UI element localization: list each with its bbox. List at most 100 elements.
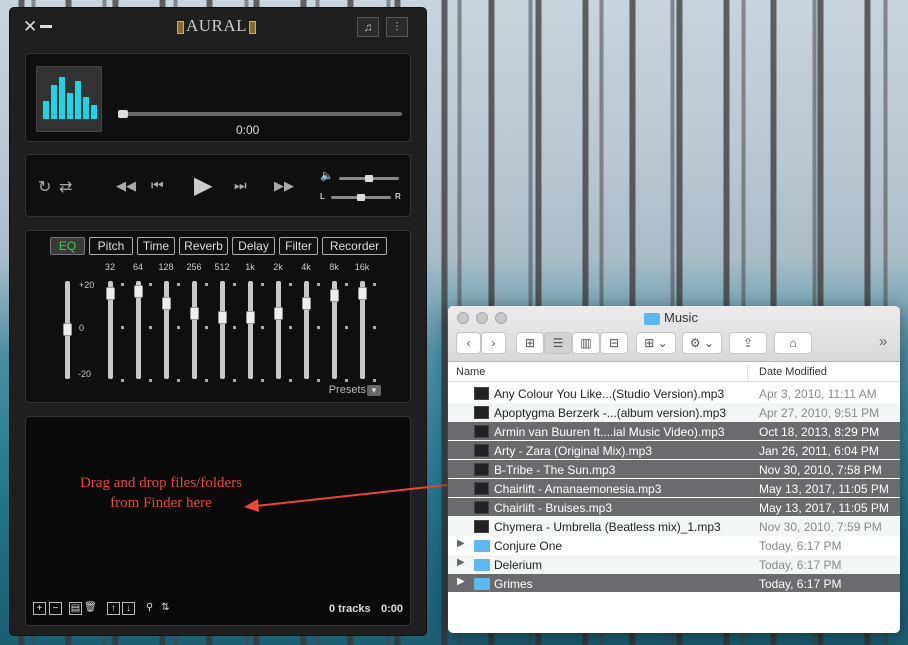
eq-band-slider[interactable] (304, 281, 309, 379)
balance-knob[interactable] (357, 194, 365, 201)
volume-icon[interactable]: 🔈 (320, 169, 334, 182)
folder-icon (474, 559, 490, 571)
move-down-icon[interactable]: ↓ (122, 602, 135, 615)
eq-band-knob[interactable] (358, 287, 367, 300)
eq-band-knob[interactable] (190, 307, 199, 320)
trash-icon[interactable]: 🗑 (84, 602, 97, 615)
folder-row[interactable]: ▶ Grimes Today, 6:17 PM (448, 574, 900, 593)
group-by-button[interactable]: ⊞ ⌄ (636, 332, 676, 354)
playlist-toggle-button[interactable]: ♫ (357, 17, 379, 37)
folder-row[interactable]: ▶ Delerium Today, 6:17 PM (448, 555, 900, 574)
eq-band-knob[interactable] (218, 311, 227, 324)
tab-delay[interactable]: Delay (232, 237, 275, 255)
file-name: Delerium (494, 558, 543, 572)
eq-band-slider[interactable] (276, 281, 281, 379)
disclosure-triangle-icon[interactable]: ▶ (457, 538, 465, 549)
date-modified: Today, 6:17 PM (759, 539, 842, 553)
eq-band-slider[interactable] (220, 281, 225, 379)
date-modified: Nov 30, 2010, 7:59 PM (759, 520, 882, 534)
gallery-view-button[interactable]: ⊟ (600, 332, 628, 354)
file-row[interactable]: Chairlift - Amanaemonesia.mp3 May 13, 201… (448, 479, 900, 498)
presets-dropdown-button[interactable]: ▼ (367, 385, 381, 396)
tab-eq[interactable]: EQ (50, 237, 85, 255)
playback-time: 0:00 (236, 123, 260, 137)
save-icon[interactable]: ▤ (69, 602, 82, 615)
eq-band-knob[interactable] (246, 311, 255, 324)
rewind-icon[interactable]: ◀◀ (116, 178, 136, 194)
minimize-icon[interactable] (40, 25, 52, 28)
eq-band-knob[interactable] (274, 307, 283, 320)
sort-icon[interactable]: ⇅ (159, 602, 172, 615)
eq-frequency-label: 64 (132, 262, 143, 272)
file-row[interactable]: Chairlift - Bruises.mp3 May 13, 2017, 11:… (448, 498, 900, 517)
minimize-window-button[interactable] (476, 312, 488, 324)
file-name: Conjure One (494, 539, 563, 553)
date-column-header[interactable]: Date Modified (759, 366, 827, 378)
eq-tick (261, 326, 264, 329)
name-column-header[interactable]: Name (456, 366, 485, 378)
eq-band-knob[interactable] (330, 289, 339, 302)
zoom-window-button[interactable] (495, 312, 507, 324)
search-icon[interactable]: ⚲ (143, 602, 156, 615)
eq-tick (373, 326, 376, 329)
icon-view-button[interactable]: ⊞ (516, 332, 544, 354)
audio-file-icon (474, 463, 489, 476)
close-window-button[interactable] (457, 312, 469, 324)
play-icon[interactable]: ▶ (194, 171, 212, 200)
share-icon[interactable]: ⇪ (729, 332, 767, 354)
previous-track-icon[interactable]: ⏮ (151, 177, 164, 194)
file-row[interactable]: Any Colour You Like...(Studio Version).m… (448, 384, 900, 403)
file-name: Arty - Zara (Original Mix).mp3 (494, 444, 653, 458)
preamp-knob[interactable] (63, 323, 72, 336)
hint-line-2: from Finder here (110, 495, 212, 511)
eq-band-slider[interactable] (192, 281, 197, 379)
add-icon[interactable]: + (33, 602, 46, 615)
file-row[interactable]: Apoptygma Berzerk -...(album version).mp… (448, 403, 900, 422)
playlist-panel[interactable]: Drag and drop files/folders from Finder … (25, 416, 411, 626)
close-icon[interactable]: ✕ (23, 17, 37, 37)
remove-icon[interactable]: − (49, 602, 62, 615)
eq-tick (233, 326, 236, 329)
seek-bar[interactable] (118, 112, 402, 116)
list-view-button[interactable]: ☰ (544, 332, 572, 354)
file-row[interactable]: B-Tribe - The Sun.mp3 Nov 30, 2010, 7:58 … (448, 460, 900, 479)
volume-knob[interactable] (365, 175, 373, 182)
column-view-button[interactable]: ▥ (572, 332, 600, 354)
eq-band-knob[interactable] (302, 297, 311, 310)
tab-pitch[interactable]: Pitch (89, 237, 133, 255)
eq-tick (289, 326, 292, 329)
disclosure-triangle-icon[interactable]: ▶ (457, 557, 465, 568)
eq-band-knob[interactable] (162, 297, 171, 310)
shuffle-icon[interactable]: ⇄ (59, 177, 72, 197)
back-button[interactable]: ‹ (456, 332, 481, 354)
eq-tick (149, 326, 152, 329)
gear-icon[interactable]: ⚙ ⌄ (682, 332, 722, 354)
seek-knob[interactable] (118, 110, 128, 118)
folder-row[interactable]: ▶ Conjure One Today, 6:17 PM (448, 536, 900, 555)
fast-forward-icon[interactable]: ▶▶ (274, 178, 294, 194)
forward-button[interactable]: › (481, 332, 506, 354)
repeat-icon[interactable]: ↻ (38, 177, 51, 197)
tag-icon[interactable]: ⌂ (774, 332, 812, 354)
next-track-icon[interactable]: ⏭ (234, 177, 247, 194)
eq-band-slider[interactable] (164, 281, 169, 379)
eq-band-knob[interactable] (106, 287, 115, 300)
tab-recorder[interactable]: Recorder (322, 237, 387, 255)
art-bar (43, 101, 49, 119)
tab-reverb[interactable]: Reverb (179, 237, 228, 255)
audio-file-icon (474, 425, 489, 438)
file-row[interactable]: Armin van Buuren ft....ial Music Video).… (448, 422, 900, 441)
eq-tick (233, 283, 236, 286)
toolbar-overflow-icon[interactable]: » (879, 333, 887, 350)
file-row[interactable]: Chymera - Umbrella (Beatless mix)_1.mp3 N… (448, 517, 900, 536)
tab-filter[interactable]: Filter (279, 237, 318, 255)
eq-band-slider[interactable] (248, 281, 253, 379)
folder-icon (474, 578, 490, 590)
move-up-icon[interactable]: ↑ (107, 602, 120, 615)
finder-window: Music ‹ › ⊞ ☰ ▥ ⊟ ⊞ ⌄ ⚙ ⌄ ⇪ ⌂ » Name Dat… (448, 306, 900, 633)
eq-band-knob[interactable] (134, 285, 143, 298)
disclosure-triangle-icon[interactable]: ▶ (457, 576, 465, 587)
file-row[interactable]: Arty - Zara (Original Mix).mp3 Jan 26, 20… (448, 441, 900, 460)
effects-toggle-button[interactable]: ⫶ (386, 17, 408, 37)
tab-time[interactable]: Time (137, 237, 175, 255)
